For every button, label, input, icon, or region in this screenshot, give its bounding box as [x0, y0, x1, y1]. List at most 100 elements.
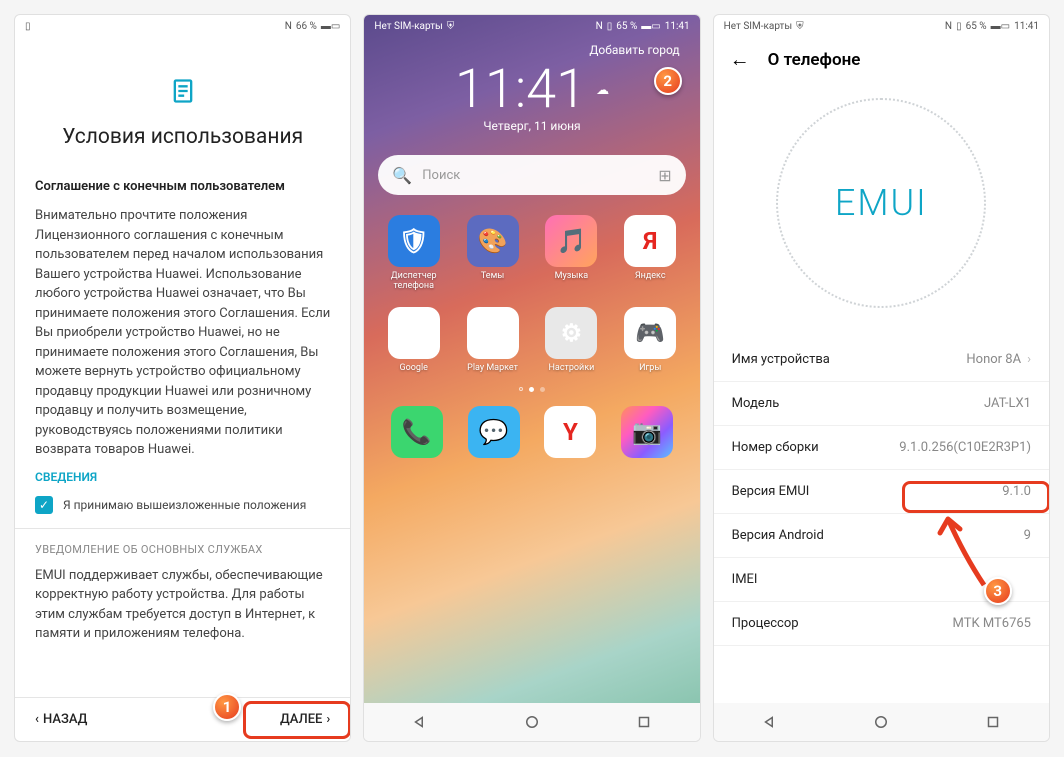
app-label: Настройки — [549, 363, 595, 373]
android-navbar — [714, 703, 1049, 741]
document-icon — [35, 77, 330, 109]
accept-label: Я принимаю вышеизложенные положения — [63, 498, 306, 512]
back-button[interactable]: ‹НАЗАД — [35, 712, 87, 727]
info-value: 9.1.0.256(C10E2R3P1) — [899, 440, 1031, 455]
back-arrow-icon[interactable]: ← — [730, 47, 750, 72]
chevron-left-icon: ‹ — [35, 712, 39, 727]
battery-icon: ▬▭ — [641, 21, 660, 32]
vibrate-icon: ▯ — [607, 21, 613, 32]
app-dock[interactable]: 📞 — [391, 406, 443, 458]
nav-home-icon[interactable] — [523, 713, 541, 731]
add-city-link[interactable]: Добавить город — [364, 37, 699, 57]
app-диспетчер-телефона[interactable]: 🛡 Диспетчер телефона — [378, 215, 449, 291]
sim-icon: ▯ — [25, 21, 31, 32]
app-play-маркет[interactable]: ▶Play Маркет — [457, 307, 528, 373]
info-label: Процессор — [732, 616, 799, 631]
battery-text: 65 % — [616, 21, 637, 32]
nfc-icon: N — [596, 21, 603, 32]
info-value: MTK MT6765 — [953, 616, 1031, 631]
vibrate-icon: ▯ — [956, 21, 962, 32]
nav-recent-icon[interactable] — [984, 713, 1002, 731]
app-icon: 🎵 — [545, 215, 597, 267]
app-icon: 🛡 — [388, 215, 440, 267]
search-placeholder: Поиск — [422, 168, 648, 183]
app-игры[interactable]: 🎮Игры — [615, 307, 686, 373]
callout-badge-1: 1 — [213, 693, 241, 721]
app-icon: 💬 — [468, 406, 520, 458]
page-title: Условия использования — [35, 125, 330, 149]
battery-text: 65 % — [966, 21, 987, 32]
app-icon: 📞 — [391, 406, 443, 458]
app-google[interactable]: G Google — [378, 307, 449, 373]
scan-icon[interactable]: ⊞ — [658, 166, 671, 185]
battery-text: 66 % — [296, 21, 317, 32]
nav-back-icon[interactable] — [411, 713, 429, 731]
dot-active — [529, 387, 534, 392]
phone-screen-home: Нет SIM-карты ⛨ N ▯ 65 % ▬▭ 11:41 Добавит… — [363, 14, 700, 742]
clock-date: Четверг, 11 июня — [364, 119, 699, 133]
search-bar[interactable]: 🔍 Поиск ⊞ — [378, 155, 685, 195]
highlight-next — [243, 701, 351, 739]
dot — [540, 387, 545, 392]
details-link[interactable]: СВЕДЕНИЯ — [35, 470, 330, 484]
app-icon: 📷 — [621, 406, 673, 458]
info-label: IMEI — [732, 572, 758, 587]
divider — [15, 528, 350, 529]
page-indicator — [364, 381, 699, 398]
nav-recent-icon[interactable] — [635, 713, 653, 731]
app-icon: G — [388, 307, 440, 359]
clock-text: 11:41 — [1014, 21, 1039, 32]
emui-text: EMUI — [835, 182, 928, 224]
app-icon: 🎮 — [624, 307, 676, 359]
app-label: Google — [400, 363, 428, 373]
status-bar: ▯ N 66 % ▬▭ — [15, 15, 350, 37]
app-настройки[interactable]: ⚙ Настройки — [536, 307, 607, 373]
app-icon: Y — [544, 406, 596, 458]
info-value: 9 — [1024, 528, 1031, 543]
search-icon: 🔍 — [392, 166, 412, 185]
clock-widget[interactable]: 11:41 ☁ Четверг, 11 июня — [364, 57, 699, 137]
sim-status: Нет SIM-карты — [374, 21, 442, 32]
nav-home-icon[interactable] — [872, 713, 890, 731]
app-dock[interactable]: Y — [544, 406, 596, 458]
info-label: Модель — [732, 396, 780, 411]
app-dock[interactable]: 📷 — [621, 406, 673, 458]
clock-time: 11:41 — [455, 63, 586, 117]
app-icon: ⚙ — [545, 307, 597, 359]
checkbox-icon[interactable]: ✓ — [35, 496, 53, 514]
dot — [519, 387, 523, 391]
nfc-icon: N — [285, 21, 292, 32]
android-navbar — [364, 703, 699, 741]
info-row-имя-устройства[interactable]: Имя устройстваHonor 8A› — [714, 338, 1049, 382]
app-яндекс[interactable]: Я Яндекс — [615, 215, 686, 291]
app-icon: 🎨 — [467, 215, 519, 267]
page-title: О телефоне — [768, 50, 861, 70]
nav-back-icon[interactable] — [761, 713, 779, 731]
app-темы[interactable]: 🎨Темы — [457, 215, 528, 291]
eula-body: Внимательно прочтите положения Лицензион… — [35, 206, 330, 460]
services-body: EMUI поддерживает службы, обеспечивающие… — [35, 566, 330, 644]
nfc-icon: N — [945, 21, 952, 32]
app-grid: 🛡 Диспетчер телефона 🎨Темы 🎵 Музыка Я Яндекс — [364, 207, 699, 299]
chevron-right-icon: › — [1027, 352, 1031, 367]
shield-icon: ⛨ — [796, 21, 804, 32]
services-heading: УВЕДОМЛЕНИЕ ОБ ОСНОВНЫХ СЛУЖБАХ — [35, 543, 330, 556]
info-row-номер-сборки: Номер сборки 9.1.0.256(C10E2R3P1) — [714, 426, 1049, 470]
app-label: Музыка — [555, 271, 588, 281]
shield-icon: ⛨ — [447, 21, 455, 32]
app-icon: Я — [624, 215, 676, 267]
accept-checkbox-row[interactable]: ✓ Я принимаю вышеизложенные положения — [35, 496, 330, 514]
app-музыка[interactable]: 🎵 Музыка — [536, 215, 607, 291]
app-label: Яндекс — [635, 271, 666, 281]
app-grid: G Google ▶Play Маркет ⚙ Настройки 🎮Игры — [364, 299, 699, 381]
phone-screen-about: Нет SIM-карты⛨ N ▯ 65 % ▬▭ 11:41 ← О тел… — [713, 14, 1050, 742]
weather-icon: ☁ — [596, 84, 609, 97]
emui-logo: EMUI — [776, 98, 986, 308]
info-value: JAT-LX1 — [984, 396, 1031, 411]
sim-status: Нет SIM-карты — [724, 21, 792, 32]
app-label: Диспетчер телефона — [378, 271, 449, 291]
dock: 📞 💬 Y 📷 — [364, 398, 699, 470]
app-dock[interactable]: 💬 — [468, 406, 520, 458]
info-label: Номер сборки — [732, 440, 819, 455]
callout-badge-3: 3 — [984, 577, 1012, 605]
